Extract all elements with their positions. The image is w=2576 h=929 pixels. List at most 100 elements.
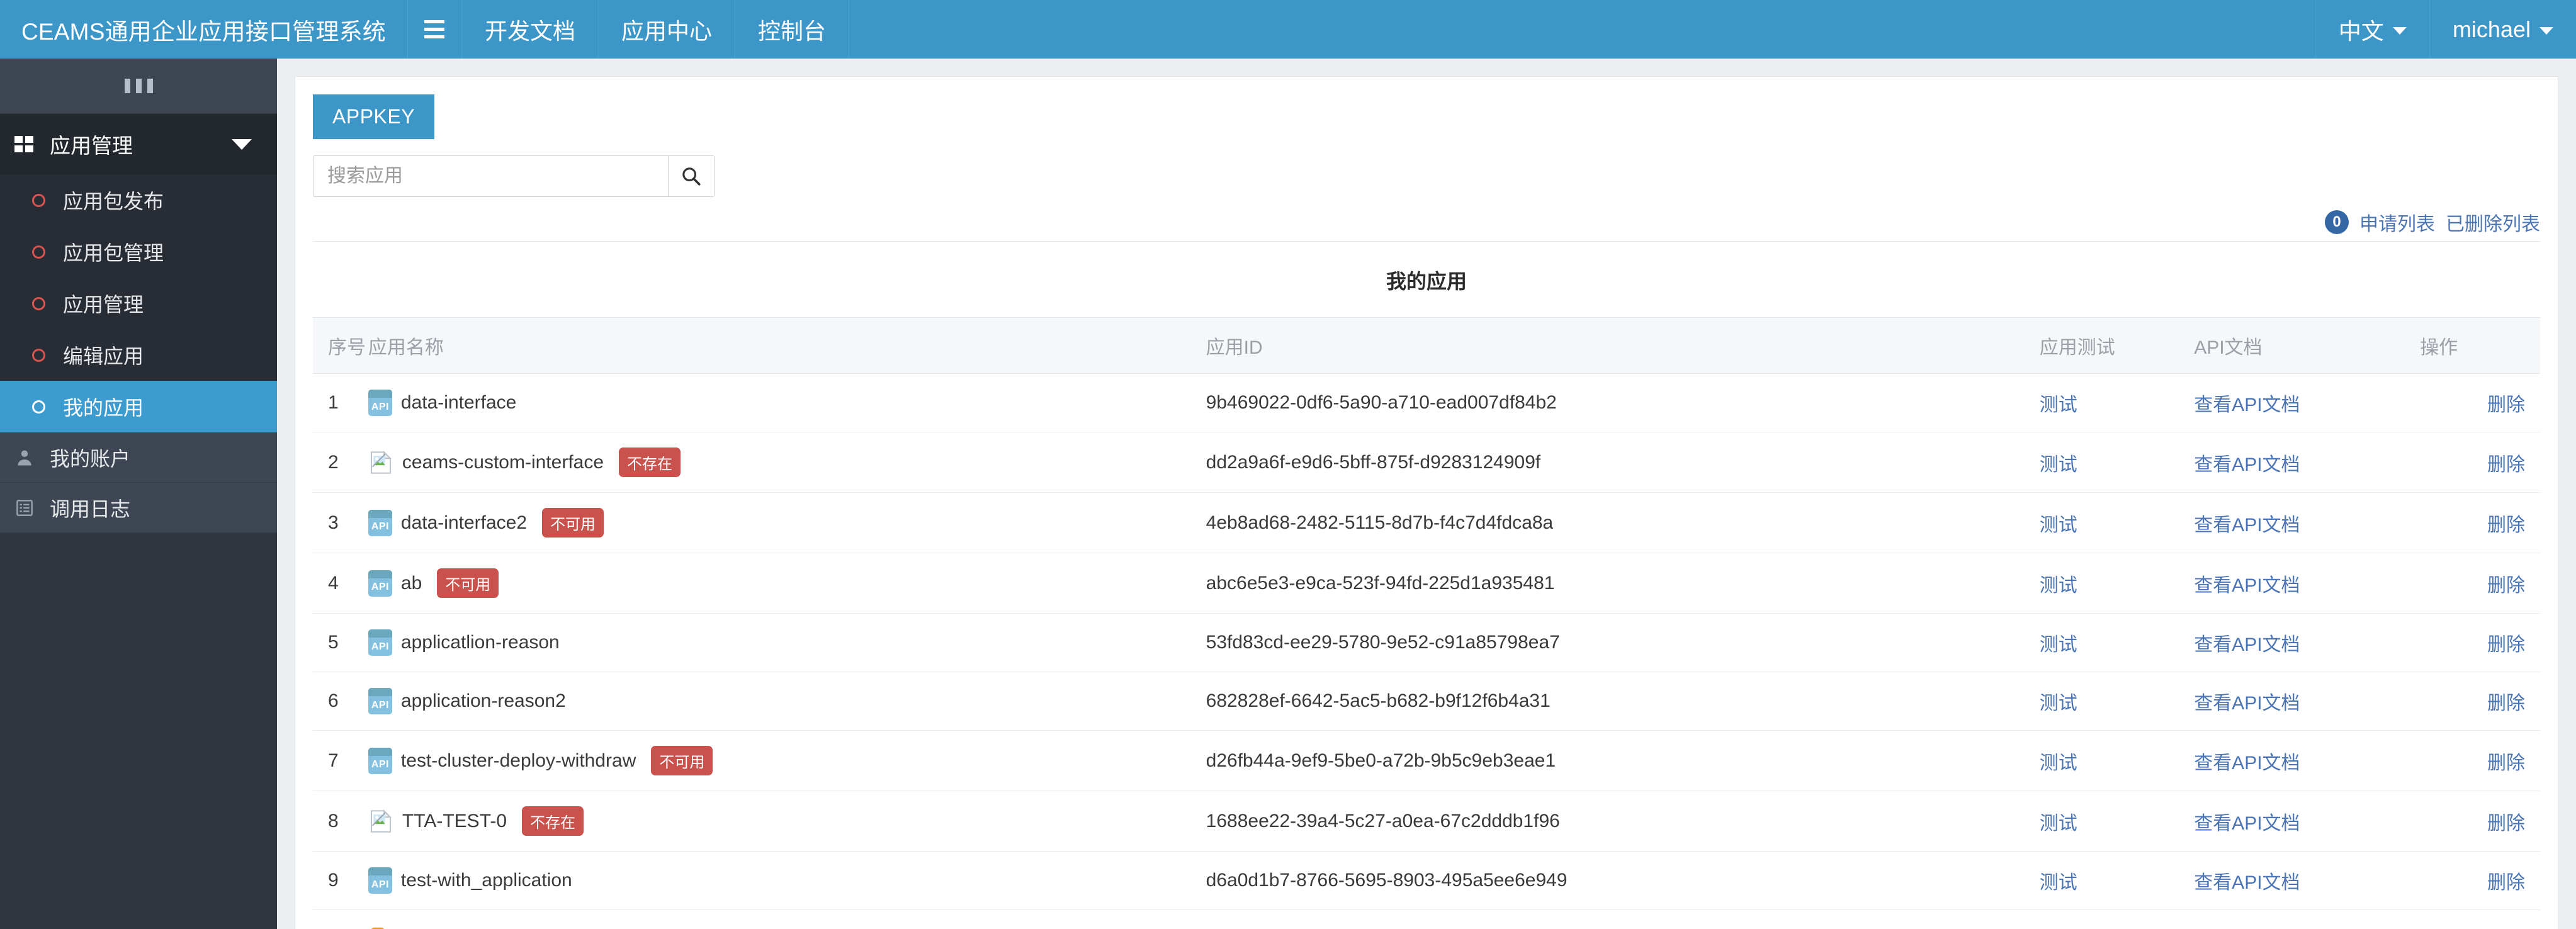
cell-app-name: API test-cluster-deploy-withdraw 不可用 (368, 730, 1206, 791)
delete-link[interactable]: 删除 (2487, 634, 2525, 655)
app-name-label: ceams-custom-interface (402, 451, 604, 473)
view-api-doc-link[interactable]: 查看API文档 (2194, 395, 2300, 415)
toolbar: APPKEY (313, 94, 2540, 197)
list-icon (14, 499, 35, 517)
column-header-appid: 应用ID (1206, 317, 2040, 374)
nav-item-app-center[interactable]: 应用中心 (599, 0, 736, 59)
nav-item-dev-docs[interactable]: 开发文档 (462, 0, 599, 59)
delete-link[interactable]: 删除 (2487, 693, 2525, 714)
sidebar-submenu: 应用包发布 应用包管理 应用管理 编辑应用 我的应用 (0, 174, 277, 432)
sidebar-group-app-management[interactable]: 应用管理 (0, 114, 277, 174)
view-api-doc-link[interactable]: 查看API文档 (2194, 693, 2300, 714)
cell-doc: 查看API文档 (2194, 730, 2421, 791)
cell-test: 测试 (2039, 672, 2195, 731)
api-icon: API (368, 688, 392, 714)
test-link[interactable]: 测试 (2040, 813, 2077, 834)
sidebar-item-app-package-publish[interactable]: 应用包发布 (0, 174, 277, 226)
delete-link[interactable]: 删除 (2487, 575, 2525, 596)
view-api-doc-link[interactable]: 查看API文档 (2194, 515, 2300, 536)
chevron-down-icon (232, 138, 252, 150)
apply-count-badge: 0 (2325, 210, 2349, 234)
language-label: 中文 (2338, 18, 2384, 44)
cell-doc: 查看API文档 (2194, 432, 2421, 493)
view-api-doc-link[interactable]: 查看API文档 (2194, 634, 2300, 655)
view-api-doc-link[interactable]: 查看API文档 (2194, 454, 2300, 475)
delete-link[interactable]: 删除 (2487, 515, 2525, 536)
view-api-doc-link[interactable]: 查看API文档 (2194, 753, 2300, 774)
test-link[interactable]: 测试 (2040, 395, 2077, 415)
cell-index: 3 (313, 492, 368, 553)
broken-image-icon (371, 809, 392, 833)
cell-doc: 查看API文档 (2194, 909, 2421, 929)
search-group (313, 155, 715, 197)
cell-app-name: ceams-custom-interface 不存在 (368, 432, 1206, 493)
app-name-label: data-interface (400, 392, 517, 413)
test-link[interactable]: 测试 (2040, 634, 2077, 655)
apply-list-link[interactable]: 申请列表 (2359, 208, 2435, 236)
test-link[interactable]: 测试 (2040, 454, 2077, 475)
app-name-label: test-cluster-deploy-withdraw (400, 750, 636, 771)
cell-operation: 删除 (2420, 432, 2540, 493)
app-name-label: TTA-TEST-0 (402, 810, 507, 831)
cell-test: 测试 (2039, 851, 2195, 910)
delete-link[interactable]: 删除 (2487, 872, 2525, 893)
nav-item-console[interactable]: 控制台 (735, 0, 850, 59)
sidebar-item-my-apps[interactable]: 我的应用 (0, 381, 277, 432)
delete-link[interactable]: 删除 (2487, 395, 2525, 415)
sidebar-item-label: 应用包发布 (63, 190, 164, 213)
sidebar-item-app-management[interactable]: 应用管理 (0, 278, 277, 329)
search-button[interactable] (668, 155, 715, 197)
test-link[interactable]: 测试 (2040, 693, 2077, 714)
page-shell: 应用管理 应用包发布 应用包管理 应用管理 编辑应用 我的应用 我的账户 调用日… (0, 59, 2576, 929)
phone-location-icon (371, 927, 384, 929)
view-api-doc-link[interactable]: 查看API文档 (2194, 872, 2300, 893)
hamburger-menu-button[interactable] (408, 0, 462, 59)
sidebar-item-call-logs[interactable]: 调用日志 (0, 483, 277, 533)
app-name-label: data-interface2 (400, 512, 528, 533)
cell-index: 7 (313, 730, 368, 791)
app-name-label: ab (400, 572, 422, 594)
table-header-row: 序号 应用名称 应用ID 应用测试 API文档 操作 (313, 317, 2540, 374)
table-row: 10 手机归属地查询 7ef12cfe-d591-5380-9808-4bd1471… (313, 909, 2540, 929)
test-link[interactable]: 测试 (2040, 575, 2077, 596)
cell-index: 2 (313, 432, 368, 493)
column-header-name: 应用名称 (368, 317, 1206, 374)
column-header-doc: API文档 (2194, 317, 2421, 374)
cell-app-name: API applicatlion-reason (368, 613, 1206, 672)
test-link[interactable]: 测试 (2040, 753, 2077, 774)
top-navbar: CEAMS通用企业应用接口管理系统 开发文档 应用中心 控制台 中文 micha… (0, 0, 2576, 59)
sidebar-root-label: 调用日志 (50, 497, 131, 521)
status-badge: 不可用 (542, 508, 604, 538)
sidebar-collapse-button[interactable] (0, 59, 277, 114)
cell-doc: 查看API文档 (2194, 373, 2421, 432)
delete-link[interactable]: 删除 (2487, 753, 2525, 774)
cell-operation: 删除 (2420, 791, 2540, 852)
cell-operation: 删除 (2420, 553, 2540, 614)
delete-link[interactable]: 删除 (2487, 454, 2525, 475)
sidebar: 应用管理 应用包发布 应用包管理 应用管理 编辑应用 我的应用 我的账户 调用日… (0, 59, 277, 929)
cell-app-id: abc6e5e3-e9ca-523f-94fd-225d1a935481 (1206, 553, 2040, 614)
cell-operation: 删除 (2420, 730, 2540, 791)
sidebar-item-label: 应用包管理 (63, 242, 164, 264)
sidebar-item-app-package-management[interactable]: 应用包管理 (0, 226, 277, 278)
table-row: 4 API ab 不可用 abc6e5e3-e9ca-523f-94fd-225d1a9… (313, 553, 2540, 614)
table-row: 7 API test-cluster-deploy-withdraw 不可用 d26fb… (313, 730, 2540, 791)
cell-test: 测试 (2039, 492, 2195, 553)
sidebar-item-edit-app[interactable]: 编辑应用 (0, 329, 277, 381)
test-link[interactable]: 测试 (2040, 515, 2077, 536)
delete-link[interactable]: 删除 (2487, 813, 2525, 834)
user-menu[interactable]: michael (2429, 0, 2576, 59)
language-selector[interactable]: 中文 (2315, 0, 2429, 59)
view-api-doc-link[interactable]: 查看API文档 (2194, 575, 2300, 596)
search-input[interactable] (313, 155, 668, 197)
view-api-doc-link[interactable]: 查看API文档 (2194, 813, 2300, 834)
appkey-button[interactable]: APPKEY (313, 94, 435, 139)
cell-app-id: 9b469022-0df6-5a90-a710-ead007df84b2 (1206, 373, 2040, 432)
test-link[interactable]: 测试 (2040, 872, 2077, 893)
table-row: 9 API test-with_application d6a0d1b7-8766-5… (313, 851, 2540, 910)
search-icon (682, 167, 701, 186)
table-row: 2 ceams-custom-interface 不存在 dd2a9a6f-e9d6-… (313, 432, 2540, 493)
cell-doc: 查看API文档 (2194, 851, 2421, 910)
deleted-list-link[interactable]: 已删除列表 (2446, 208, 2540, 236)
sidebar-item-my-account[interactable]: 我的账户 (0, 432, 277, 483)
